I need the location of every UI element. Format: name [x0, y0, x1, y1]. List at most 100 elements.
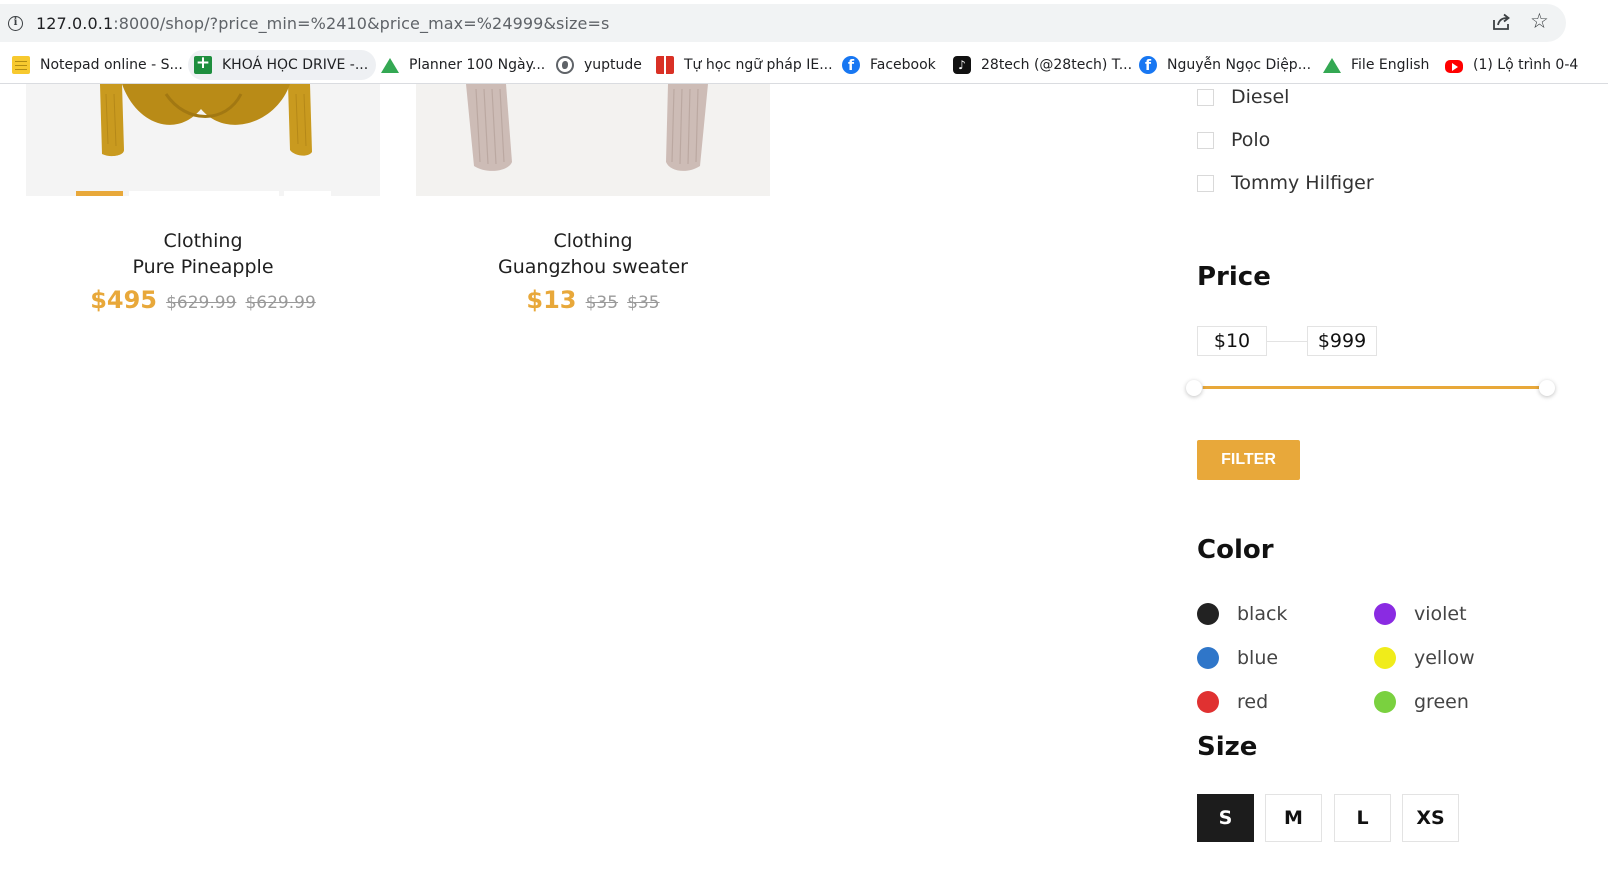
size-option-s[interactable]: S: [1197, 794, 1254, 842]
bookmark-label: yuptude: [584, 57, 642, 73]
sweater-image: [416, 84, 770, 196]
notepad-icon: [12, 56, 30, 74]
bookmark-label: Facebook: [870, 57, 936, 73]
color-swatch[interactable]: [1197, 647, 1219, 669]
product-price-row: $13 $35 $35: [416, 286, 770, 314]
bookmark-label: KHOÁ HỌC DRIVE -...: [222, 57, 369, 73]
slider-dot[interactable]: [76, 191, 123, 196]
color-swatch[interactable]: [1374, 603, 1396, 625]
url-path: :8000/shop/?price_min=%2410&price_max=%2…: [113, 14, 610, 33]
color-option-red[interactable]: red: [1197, 689, 1268, 715]
filter-button[interactable]: FILTER: [1197, 440, 1300, 480]
url-field[interactable]: i 127.0.0.1:8000/shop/?price_min=%2410&p…: [0, 4, 1566, 42]
price-heading: Price: [1197, 262, 1271, 292]
bookmark-label: (1) Lộ trình 0-4: [1473, 57, 1579, 73]
price-range-slider[interactable]: [1197, 386, 1551, 389]
checkbox[interactable]: [1197, 88, 1214, 106]
tiktok-icon: ♪: [953, 56, 971, 74]
product-old-price: $629.99: [166, 293, 237, 313]
bookmark-label: Tự học ngữ pháp IE...: [684, 57, 833, 73]
image-slider-dots: [76, 191, 332, 196]
color-option-violet[interactable]: violet: [1374, 601, 1467, 627]
color-heading: Color: [1197, 535, 1274, 565]
product-image[interactable]: [416, 84, 770, 196]
product-price: $495: [90, 286, 157, 314]
address-bar: i 127.0.0.1:8000/shop/?price_min=%2410&p…: [0, 0, 1608, 46]
color-swatch[interactable]: [1374, 691, 1396, 713]
product-old-price: $35: [627, 293, 660, 313]
product-category[interactable]: Clothing: [416, 230, 770, 256]
color-swatch[interactable]: [1197, 691, 1219, 713]
bookmark-notepad[interactable]: Notepad online - S...: [6, 50, 191, 80]
info-icon[interactable]: i: [8, 16, 23, 31]
sheets-icon: [194, 53, 212, 74]
color-swatch[interactable]: [1197, 603, 1219, 625]
slider-dot[interactable]: [284, 191, 331, 196]
bookmarks-bar: Notepad online - S... KHOÁ HỌC DRIVE -..…: [0, 46, 1608, 84]
brand-label: Polo: [1231, 129, 1271, 151]
slider-dot[interactable]: [129, 191, 279, 196]
brand-filter-polo[interactable]: Polo: [1197, 127, 1270, 153]
price-min-handle[interactable]: [1186, 380, 1202, 396]
bookmark-star-icon[interactable]: ☆: [1530, 10, 1552, 32]
checkbox[interactable]: [1197, 131, 1214, 149]
bookmark-label: File English: [1351, 57, 1430, 73]
bookmark-planner[interactable]: Planner 100 Ngày...: [375, 50, 553, 80]
price-range-fill: [1203, 386, 1539, 389]
price-separator: [1267, 341, 1307, 342]
facebook-icon: f: [1139, 56, 1157, 74]
bookmark-28tech[interactable]: ♪ 28tech (@28tech) T...: [947, 50, 1140, 80]
brand-label: Tommy Hilfiger: [1231, 172, 1374, 194]
color-option-green[interactable]: green: [1374, 689, 1469, 715]
bookmark-khoa-hoc-drive[interactable]: KHOÁ HỌC DRIVE -...: [188, 50, 377, 80]
price-max-field[interactable]: $999: [1307, 326, 1377, 356]
product-name[interactable]: Pure Pineapple: [26, 256, 380, 286]
bookmark-ielts[interactable]: Tự học ngữ pháp IE...: [650, 50, 841, 80]
share-icon[interactable]: [1492, 13, 1512, 31]
url-text[interactable]: 127.0.0.1:8000/shop/?price_min=%2410&pri…: [36, 14, 609, 33]
product-image[interactable]: [26, 84, 380, 196]
color-label: violet: [1414, 603, 1467, 625]
checkbox[interactable]: [1197, 174, 1214, 192]
brand-label: Diesel: [1231, 86, 1290, 108]
shop-page: Clothing Pure Pineapple $495 $629.99 $62…: [0, 84, 1608, 893]
bookmark-yuptude[interactable]: yuptude: [550, 50, 650, 80]
color-label: red: [1237, 691, 1269, 713]
facebook-icon: f: [842, 56, 860, 74]
bookmark-label: Planner 100 Ngày...: [409, 57, 546, 73]
bookmark-label: 28tech (@28tech) T...: [981, 57, 1133, 73]
size-option-l[interactable]: L: [1334, 794, 1391, 842]
bookmark-nguyen-ngoc-diep[interactable]: f Nguyễn Ngọc Diệp...: [1133, 50, 1319, 80]
bookmark-facebook[interactable]: f Facebook: [836, 50, 944, 80]
bookmark-label: Nguyễn Ngọc Diệp...: [1167, 57, 1312, 73]
color-option-blue[interactable]: blue: [1197, 645, 1278, 671]
product-info: Clothing Guangzhou sweater $13 $35 $35: [416, 230, 770, 314]
color-option-black[interactable]: black: [1197, 601, 1287, 627]
color-option-yellow[interactable]: yellow: [1374, 645, 1475, 671]
product-name[interactable]: Guangzhou sweater: [416, 256, 770, 286]
color-swatch[interactable]: [1374, 647, 1396, 669]
drive-icon: [1323, 57, 1341, 73]
product-category[interactable]: Clothing: [26, 230, 380, 256]
bookmark-lo-trinh[interactable]: (1) Lộ trình 0-4: [1439, 50, 1586, 80]
size-option-m[interactable]: M: [1265, 794, 1322, 842]
sweater-image: [26, 84, 380, 196]
color-label: black: [1237, 603, 1288, 625]
bookmark-file-english[interactable]: File English: [1317, 50, 1437, 80]
ielts-icon: [656, 56, 674, 74]
brand-filter-diesel[interactable]: Diesel: [1197, 84, 1289, 110]
drive-icon: [381, 57, 399, 73]
size-heading: Size: [1197, 732, 1258, 762]
color-label: yellow: [1414, 647, 1475, 669]
product-price: $13: [526, 286, 577, 314]
price-max-handle[interactable]: [1539, 380, 1555, 396]
product-old-price: $629.99: [245, 293, 316, 313]
color-label: blue: [1237, 647, 1279, 669]
brand-filter-tommy-hilfiger[interactable]: Tommy Hilfiger: [1197, 170, 1374, 196]
globe-icon: [556, 56, 574, 74]
product-old-price: $35: [585, 293, 619, 313]
bookmark-label: Notepad online - S...: [40, 57, 183, 73]
price-min-field[interactable]: $10: [1197, 326, 1267, 356]
size-option-xs[interactable]: XS: [1402, 794, 1459, 842]
filter-sidebar: Diesel Polo Tommy Hilfiger Price $10 $99…: [1186, 84, 1608, 893]
